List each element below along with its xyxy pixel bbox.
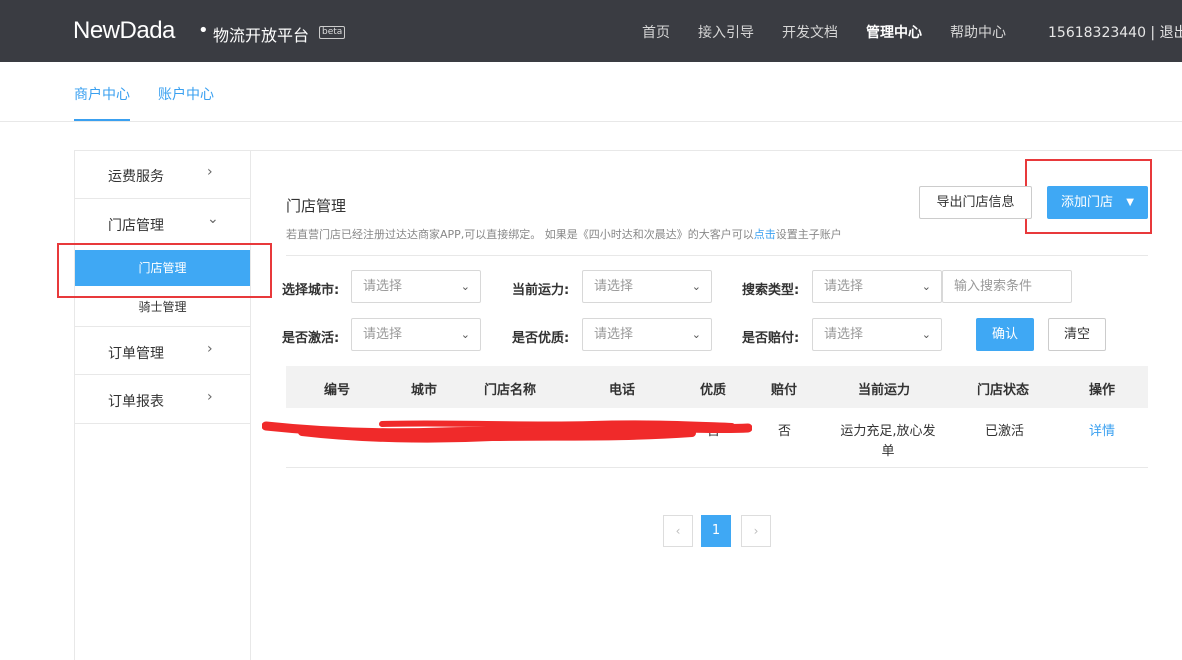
quality-select[interactable]: 请选择 ⌄ <box>582 318 712 351</box>
select-placeholder: 请选择 <box>594 327 634 342</box>
sidebar-item-order-management[interactable]: 订单管理 › <box>74 326 251 375</box>
select-placeholder: 请选择 <box>363 327 403 342</box>
description-link[interactable]: 点击 <box>754 228 776 241</box>
chevron-down-icon: ⌄ <box>921 328 931 341</box>
sidebar-item-label: 门店管理 <box>108 218 164 234</box>
compensation-select[interactable]: 请选择 ⌄ <box>812 318 942 351</box>
sidebar: 运费服务 › 门店管理 ⌄ 门店管理 骑士管理 订单管理 › 订单报表 › <box>74 150 251 660</box>
row-divider <box>286 467 1148 468</box>
add-store-button[interactable]: 添加门店 ▼ <box>1047 186 1148 219</box>
caret-down-icon: ▼ <box>1126 197 1134 208</box>
header-divider <box>286 255 1148 256</box>
table-header: 编号 城市 门店名称 电话 优质 赔付 当前运力 门店状态 操作 <box>286 366 1148 408</box>
description-text-tail: 设置主子账户 <box>775 228 842 241</box>
chevron-right-icon: › <box>207 164 213 180</box>
column-header-quality: 优质 <box>700 383 727 398</box>
chevron-right-icon: › <box>207 341 213 357</box>
page-1-button[interactable]: 1 <box>701 515 731 547</box>
confirm-button[interactable]: 确认 <box>976 318 1034 351</box>
chevron-down-icon: ⌄ <box>460 280 470 293</box>
column-header-id: 编号 <box>324 383 351 398</box>
chevron-down-icon: ⌄ <box>691 280 701 293</box>
details-link[interactable]: 详情 <box>1089 420 1115 439</box>
add-store-label: 添加门店 <box>1061 195 1114 210</box>
sidebar-item-label: 订单报表 <box>108 394 164 410</box>
chevron-down-icon: ⌄ <box>460 328 470 341</box>
nav-home[interactable]: 首页 <box>642 22 670 42</box>
active-tab-indicator <box>74 119 130 121</box>
city-select[interactable]: 请选择 ⌄ <box>351 270 481 303</box>
compensation-filter-label: 是否赔付: <box>742 331 800 346</box>
tab-account-center[interactable]: 账户中心 <box>158 84 214 104</box>
column-header-store-name: 门店名称 <box>484 383 537 398</box>
next-page-button[interactable]: › <box>741 515 771 547</box>
capacity-filter-label: 当前运力: <box>512 283 570 298</box>
user-logout[interactable]: 15618323440 | 退出 <box>1048 22 1182 42</box>
sidebar-item-label: 运费服务 <box>108 169 164 185</box>
city-filter-label: 选择城市: <box>282 283 340 298</box>
redaction-scribble <box>262 420 752 443</box>
sub-navbar: 商户中心 账户中心 <box>0 62 1182 122</box>
capacity-select[interactable]: 请选择 ⌄ <box>582 270 712 303</box>
cell-status: 已激活 <box>985 424 1025 439</box>
prev-page-button[interactable]: ‹ <box>663 515 693 547</box>
sidebar-item-order-report[interactable]: 订单报表 › <box>74 375 251 424</box>
column-header-actions: 操作 <box>1089 383 1116 398</box>
column-header-compensation: 赔付 <box>771 383 798 398</box>
nav-management-center[interactable]: 管理中心 <box>866 22 922 42</box>
chevron-right-icon: › <box>207 389 213 405</box>
column-header-city: 城市 <box>411 383 438 398</box>
select-placeholder: 请选择 <box>594 279 634 294</box>
cell-compensation: 否 <box>778 424 792 439</box>
clear-button[interactable]: 清空 <box>1048 318 1106 351</box>
nav-dev-docs[interactable]: 开发文档 <box>782 22 838 42</box>
activated-select[interactable]: 请选择 ⌄ <box>351 318 481 351</box>
page-description: 若直营门店已经注册过达达商家APP,可以直接绑定。 如果是《四小时达和次晨达》的… <box>286 226 842 242</box>
platform-title: 物流开放平台 <box>213 26 310 45</box>
newdada-logo[interactable]: NewDada <box>73 17 175 45</box>
nav-integration-guide[interactable]: 接入引导 <box>698 22 754 42</box>
column-header-capacity: 当前运力 <box>858 383 911 398</box>
select-placeholder: 请选择 <box>824 327 864 342</box>
search-type-select[interactable]: 请选择 ⌄ <box>812 270 942 303</box>
nav-help-center[interactable]: 帮助中心 <box>950 22 1006 42</box>
sidebar-item-store-management[interactable]: 门店管理 ⌄ <box>74 199 251 248</box>
column-header-phone: 电话 <box>609 383 636 398</box>
logo-separator-dot: • <box>198 20 209 41</box>
tab-merchant-center[interactable]: 商户中心 <box>74 84 130 104</box>
annotation-box-store-menu <box>57 243 272 298</box>
sidebar-item-freight-service[interactable]: 运费服务 › <box>74 150 251 199</box>
chevron-down-icon: ⌄ <box>207 211 219 227</box>
cell-capacity-line2: 单 <box>881 444 895 459</box>
quality-filter-label: 是否优质: <box>512 331 570 346</box>
top-navbar: NewDada • 物流开放平台 beta 首页 接入引导 开发文档 管理中心 … <box>0 0 1182 62</box>
chevron-down-icon: ⌄ <box>691 328 701 341</box>
page-title: 门店管理 <box>286 197 347 215</box>
select-placeholder: 请选择 <box>824 279 864 294</box>
export-stores-button[interactable]: 导出门店信息 <box>919 186 1032 219</box>
select-placeholder: 请选择 <box>363 279 403 294</box>
description-text: 若直营门店已经注册过达达商家APP,可以直接绑定。 如果是《四小时达和次晨达》的… <box>286 228 754 241</box>
column-header-status: 门店状态 <box>977 383 1030 398</box>
beta-badge: beta <box>319 26 346 39</box>
search-input[interactable]: 输入搜索条件 <box>942 270 1072 303</box>
cell-capacity-line1: 运力充足,放心发 <box>840 424 936 439</box>
activated-filter-label: 是否激活: <box>282 331 340 346</box>
chevron-down-icon: ⌄ <box>921 280 931 293</box>
sidebar-item-label: 订单管理 <box>108 346 164 362</box>
search-type-label: 搜索类型: <box>742 283 800 298</box>
